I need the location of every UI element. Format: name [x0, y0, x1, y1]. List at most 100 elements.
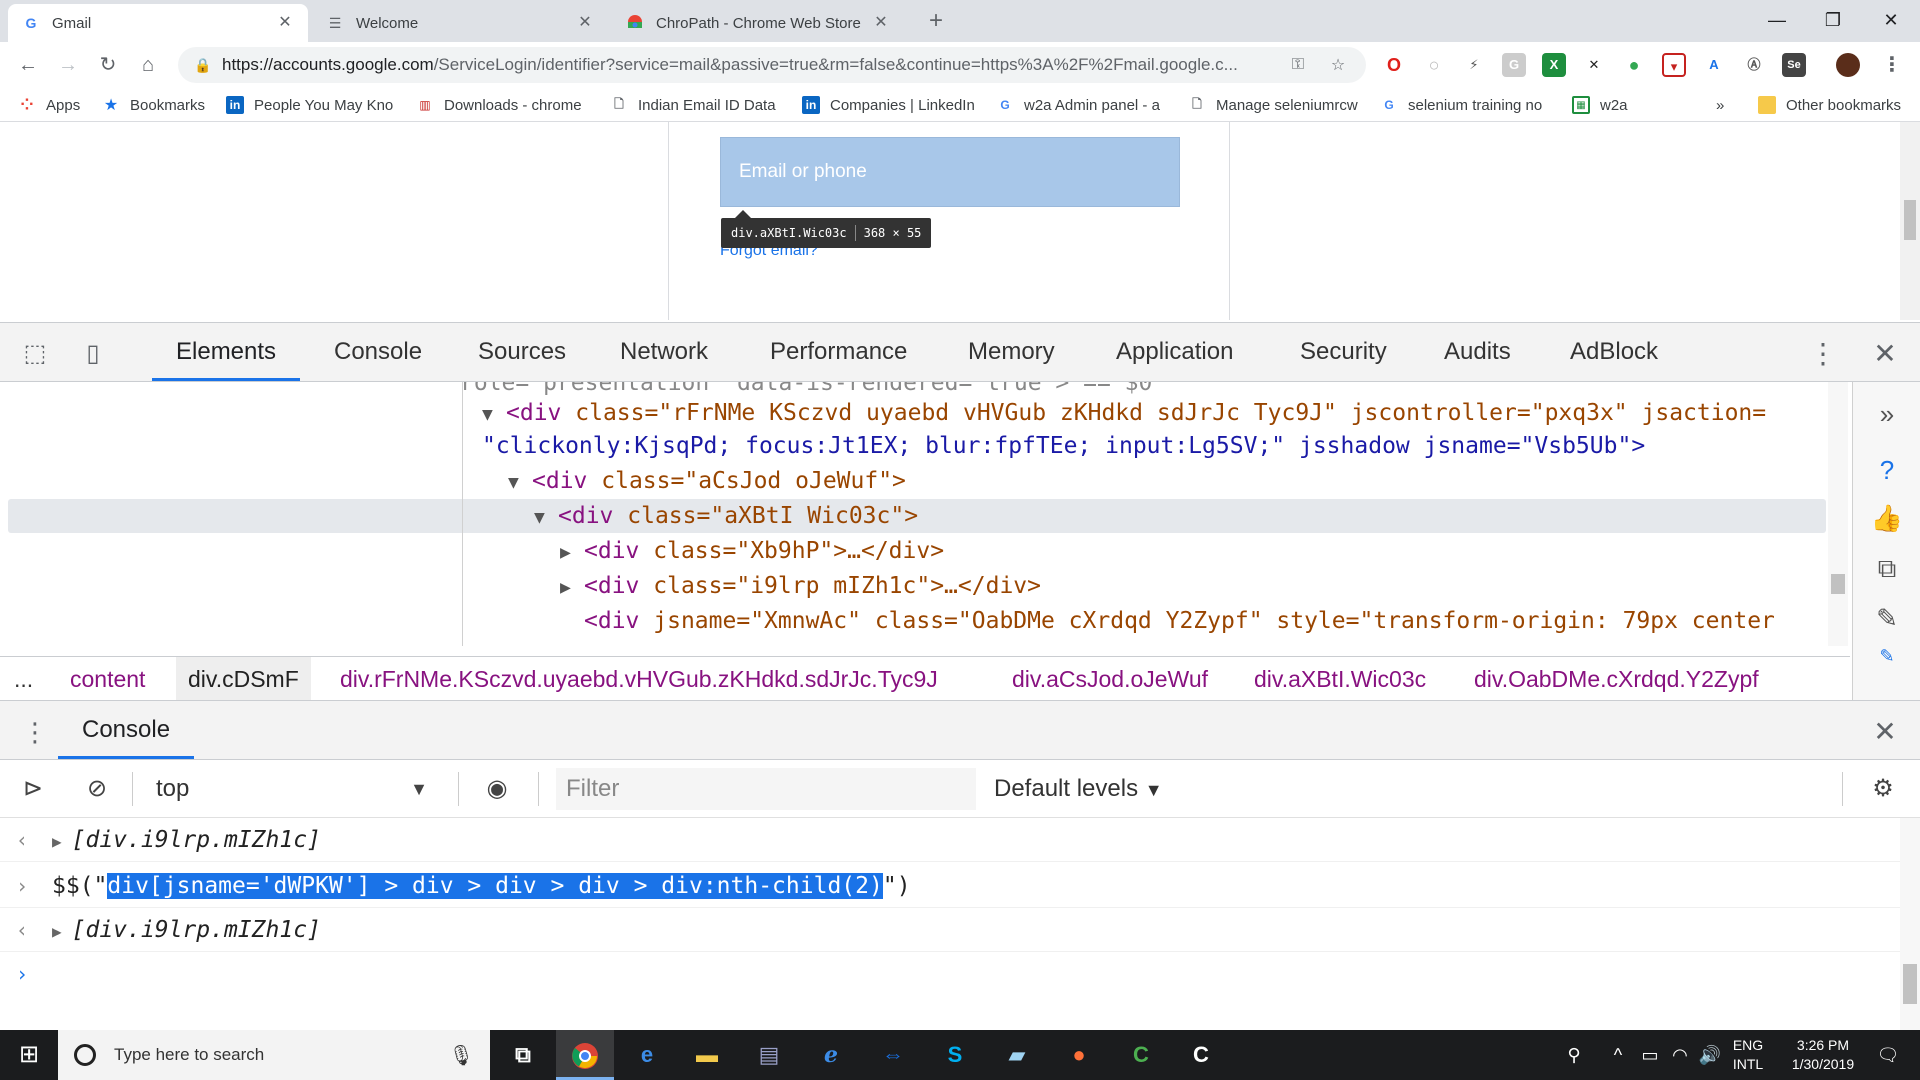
excel-extension-icon[interactable]: X	[1542, 53, 1566, 77]
tab-sources[interactable]: Sources	[454, 323, 590, 381]
microphone-icon[interactable]: 🎙	[449, 1043, 474, 1068]
key-icon[interactable]: ⚿	[1286, 56, 1310, 74]
tab-elements[interactable]: Elements	[152, 323, 301, 381]
console-scrollbar[interactable]	[1900, 818, 1920, 1030]
bookmark-selenium-training[interactable]: Gselenium training no	[1380, 94, 1550, 116]
breadcrumb-item[interactable]: div.rFrNMe.KSczvd.uyaebd.vHVGub.zKHdkd.s…	[340, 657, 938, 700]
breadcrumb-item[interactable]: div.aXBtI.Wic03c	[1254, 657, 1426, 700]
restore-button[interactable]: ❐	[1808, 4, 1858, 36]
tab-network[interactable]: Network	[596, 323, 732, 381]
dom-node[interactable]: ▼ <div class="rFrNMe KSczvd uyaebd vHVGub…	[482, 396, 1766, 430]
bookmarks-overflow-button[interactable]: »	[1716, 94, 1736, 116]
bookmark-downloads[interactable]: ▥ Downloads - chrome	[416, 94, 590, 116]
notifications-icon[interactable]: 🗨	[1868, 1030, 1908, 1080]
g-extension-icon[interactable]: G	[1502, 53, 1526, 77]
page-scrollbar[interactable]	[1900, 122, 1920, 320]
dom-node[interactable]: <div jsname="XmnwAc" class="OabDMe cXrdq…	[584, 604, 1775, 638]
context-selector[interactable]: top ▼	[142, 770, 442, 808]
skype-icon[interactable]: S	[926, 1030, 984, 1080]
volume-icon[interactable]: 🔊	[1696, 1030, 1724, 1080]
dom-node[interactable]: ▶ <div class="Xb9hP">…</div>	[560, 534, 944, 568]
a-extension-icon[interactable]: Ⓐ	[1742, 53, 1766, 77]
tab-gmail[interactable]: G Gmail ✕	[8, 4, 308, 42]
wand-icon[interactable]: ⚡	[1462, 53, 1486, 77]
battery-icon[interactable]: ▭	[1636, 1030, 1664, 1080]
show-sidebar-icon[interactable]: ⊳	[16, 772, 50, 806]
address-bar[interactable]: 🔒 https://accounts.google.com/ServiceLog…	[178, 47, 1366, 83]
tab-console[interactable]: Console	[310, 323, 446, 381]
camtasia-icon[interactable]: C	[1112, 1030, 1170, 1080]
dom-node[interactable]: ▶ <div class="i9lrp mIZh1c">…</div>	[560, 569, 1041, 603]
taskbar-search[interactable]: Type here to search 🎙	[58, 1030, 490, 1080]
firefox-icon[interactable]: ●	[1050, 1030, 1108, 1080]
tools-extension-icon[interactable]: ✕	[1582, 53, 1606, 77]
bookmark-companies[interactable]: in Companies | LinkedIn	[802, 94, 974, 116]
translate-extension-icon[interactable]: A	[1702, 53, 1726, 77]
tab-audits[interactable]: Audits	[1420, 323, 1535, 381]
camtasia-recorder-icon[interactable]: C	[1172, 1030, 1230, 1080]
other-bookmarks[interactable]: Other bookmarks	[1758, 94, 1908, 116]
bookmark-people[interactable]: in People You May Kno	[226, 94, 396, 116]
avatar[interactable]	[1836, 53, 1860, 77]
edit-icon[interactable]: ✎	[1869, 600, 1905, 636]
windows-start-icon[interactable]: ⊞	[0, 1030, 58, 1080]
forward-button[interactable]: →	[54, 51, 82, 79]
tab-application[interactable]: Application	[1092, 323, 1257, 381]
close-icon[interactable]: ✕	[576, 14, 594, 32]
minimize-button[interactable]: —	[1752, 4, 1802, 36]
close-devtools-icon[interactable]: ✕	[1868, 337, 1902, 371]
edge-icon[interactable]: e	[618, 1030, 676, 1080]
bookmark-w2a-admin[interactable]: Gw2a Admin panel - a	[996, 94, 1164, 116]
gear-icon[interactable]: ⚙	[1866, 772, 1900, 806]
clear-console-icon[interactable]: ⊘	[80, 772, 114, 806]
breadcrumb-overflow[interactable]: ...	[14, 657, 33, 700]
filter-input[interactable]: Filter	[556, 768, 976, 810]
bookmark-manage-selenium[interactable]: 🗋 Manage seleniumrcw	[1188, 94, 1358, 116]
breadcrumb-item[interactable]: div.OabDMe.cXrdqd.Y2Zypf	[1474, 657, 1759, 700]
wifi-icon[interactable]: ◠	[1666, 1030, 1694, 1080]
close-window-button[interactable]: ✕	[1866, 4, 1916, 36]
close-icon[interactable]: ✕	[872, 14, 890, 32]
copy-icon[interactable]: ⧉	[1869, 550, 1905, 586]
bookmark-apps[interactable]: ⁘ Apps	[18, 94, 92, 116]
breadcrumb-item-active[interactable]: div.cDSmF	[176, 657, 311, 700]
help-icon[interactable]: ?	[1869, 452, 1905, 488]
bookmark-bookmarks[interactable]: ★ Bookmarks	[102, 94, 212, 116]
dom-node-selected[interactable]: ▼ <div class="aXBtI Wic03c">	[534, 499, 918, 533]
teamviewer-icon[interactable]: ⇔	[864, 1030, 922, 1080]
breadcrumb-item[interactable]: content	[70, 657, 145, 700]
tab-performance[interactable]: Performance	[746, 323, 931, 381]
inspect-element-icon[interactable]: ⬚	[18, 337, 52, 371]
eye-icon[interactable]: ◉	[480, 772, 514, 806]
chevron-up-icon[interactable]: ^	[1604, 1030, 1632, 1080]
shield-extension-icon[interactable]: ▾	[1662, 53, 1686, 77]
language-indicator[interactable]: ENG INTL	[1726, 1036, 1770, 1074]
tab-memory[interactable]: Memory	[944, 323, 1079, 381]
home-button[interactable]: ⌂	[134, 51, 162, 79]
console-prompt[interactable]: ›	[0, 952, 1900, 996]
drawer-menu-icon[interactable]: ⋮	[18, 715, 52, 749]
bookmark-indian-email[interactable]: 🗋 Indian Email ID Data	[610, 94, 782, 116]
selenium-extension-icon[interactable]: Se	[1782, 53, 1806, 77]
bookmark-w2a[interactable]: ▦ w2a	[1572, 94, 1636, 116]
close-drawer-icon[interactable]: ✕	[1868, 715, 1902, 749]
notepad-icon[interactable]: ▰	[988, 1030, 1046, 1080]
chrome-icon[interactable]	[556, 1030, 614, 1080]
thumbs-up-icon[interactable]: 👍	[1869, 500, 1905, 536]
new-tab-button[interactable]: +	[922, 8, 950, 36]
opera-icon[interactable]: O	[1382, 53, 1406, 77]
log-levels-dropdown[interactable]: Default levels ▼	[994, 768, 1163, 810]
tab-welcome[interactable]: ☰ Welcome ✕	[312, 4, 608, 42]
circle-extension-icon[interactable]: ○	[1422, 53, 1446, 77]
star-icon[interactable]: ☆	[1326, 55, 1350, 75]
file-explorer-icon[interactable]: ▬	[678, 1030, 736, 1080]
device-toolbar-icon[interactable]: ▯	[76, 337, 110, 371]
task-view-icon[interactable]: ⧉	[494, 1030, 552, 1080]
console-input-row[interactable]: › $$("div[jsname='dWPKW'] > div > div > …	[0, 864, 1900, 908]
email-input[interactable]: Email or phone	[720, 137, 1180, 207]
drawer-tab-console[interactable]: Console	[58, 701, 195, 759]
console-result-row[interactable]: ‹ ▶ [div.i9lrp.mIZh1c]	[0, 818, 1900, 862]
globe-extension-icon[interactable]: ●	[1622, 53, 1646, 77]
reload-button[interactable]: ↻	[94, 51, 122, 79]
more-options-icon[interactable]: ⋮	[1806, 337, 1840, 371]
